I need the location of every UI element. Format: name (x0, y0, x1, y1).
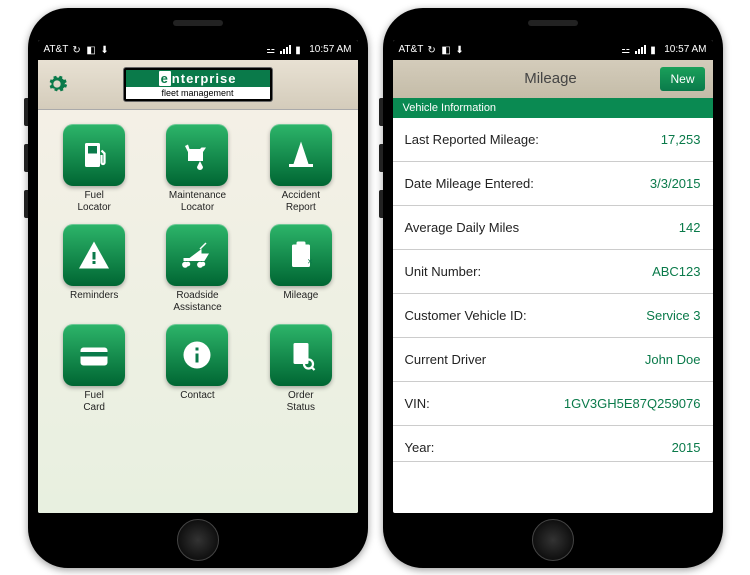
info-value: 142 (679, 220, 701, 235)
card-icon (63, 324, 125, 386)
tile-info[interactable]: Contact (151, 324, 244, 414)
phone-frame-left: AT&T ↻ ◧ ⬇ ⚍ ▮ 10:57 AM enterprise fleet… (28, 8, 368, 568)
tile-label: FuelLocator (77, 190, 110, 214)
signal-icon (635, 45, 646, 54)
tile-cone[interactable]: AccidentReport (254, 124, 347, 214)
status-bar: AT&T ↻ ◧ ⬇ ⚍ ▮ 10:57 AM (393, 40, 713, 60)
info-label: Date Mileage Entered: (405, 176, 534, 191)
tile-status[interactable]: OrderStatus (254, 324, 347, 414)
screen-home: AT&T ↻ ◧ ⬇ ⚍ ▮ 10:57 AM enterprise fleet… (38, 40, 358, 513)
info-row[interactable]: Date Mileage Entered: 3/3/2015 (393, 162, 713, 206)
tile-label: MaintenanceLocator (169, 190, 226, 214)
info-label: VIN: (405, 396, 430, 411)
tile-fuel[interactable]: FuelLocator (48, 124, 141, 214)
info-label: Current Driver (405, 352, 487, 367)
info-row[interactable]: Year: 2015 (393, 426, 713, 462)
status-icon (270, 324, 332, 386)
battery-saver-icon: ◧ (86, 45, 96, 55)
carrier-label: AT&T (44, 44, 69, 55)
tile-label: Mileage (283, 290, 318, 302)
cone-icon (270, 124, 332, 186)
screen-mileage: AT&T ↻ ◧ ⬇ ⚍ ▮ 10:57 AM Mileage New Vehi… (393, 40, 713, 513)
info-value: ABC123 (652, 264, 700, 279)
phone-frame-right: AT&T ↻ ◧ ⬇ ⚍ ▮ 10:57 AM Mileage New Vehi… (383, 8, 723, 568)
clock-label: 10:57 AM (664, 44, 706, 55)
vehicle-info-list: Last Reported Mileage: 17,253 Date Mileage… (393, 118, 713, 513)
status-bar: AT&T ↻ ◧ ⬇ ⚍ ▮ 10:57 AM (38, 40, 358, 60)
clip-icon: ✕ (270, 224, 332, 286)
oil-icon (166, 124, 228, 186)
info-row[interactable]: Customer Vehicle ID: Service 3 (393, 294, 713, 338)
new-button[interactable]: New (660, 67, 704, 91)
battery-icon: ▮ (650, 45, 660, 55)
tile-tow[interactable]: RoadsideAssistance (151, 224, 244, 314)
clock-label: 10:57 AM (309, 44, 351, 55)
info-value: John Doe (645, 352, 701, 367)
info-icon (166, 324, 228, 386)
tile-label: RoadsideAssistance (173, 290, 221, 314)
brand-logo: enterprise fleet management (123, 67, 273, 102)
svg-text:✕: ✕ (307, 257, 313, 266)
signal-icon (280, 45, 291, 54)
carrier-label: AT&T (399, 44, 424, 55)
tile-warn[interactable]: Reminders (48, 224, 141, 314)
info-label: Last Reported Mileage: (405, 132, 539, 147)
settings-gear-icon[interactable] (46, 73, 68, 95)
info-row[interactable]: Average Daily Miles 142 (393, 206, 713, 250)
wifi-icon: ⚍ (621, 45, 631, 55)
page-title: Mileage (441, 70, 661, 87)
sync-icon: ↻ (72, 45, 82, 55)
home-button[interactable] (532, 519, 574, 561)
tile-card[interactable]: FuelCard (48, 324, 141, 414)
info-label: Unit Number: (405, 264, 482, 279)
section-header: Vehicle Information (393, 98, 713, 118)
tow-icon (166, 224, 228, 286)
fuel-icon (63, 124, 125, 186)
tile-clip[interactable]: ✕ Mileage (254, 224, 347, 314)
download-icon: ⬇ (455, 45, 465, 55)
tile-label: Reminders (70, 290, 118, 302)
app-header: enterprise fleet management (38, 60, 358, 110)
battery-icon: ▮ (295, 45, 305, 55)
info-value: 1GV3GH5E87Q259076 (564, 396, 701, 411)
info-label: Average Daily Miles (405, 220, 520, 235)
info-value: 2015 (672, 440, 701, 455)
info-value: Service 3 (646, 308, 700, 323)
wifi-icon: ⚍ (266, 45, 276, 55)
battery-saver-icon: ◧ (441, 45, 451, 55)
info-row[interactable]: Unit Number: ABC123 (393, 250, 713, 294)
home-button[interactable] (177, 519, 219, 561)
info-value: 17,253 (661, 132, 701, 147)
info-value: 3/3/2015 (650, 176, 701, 191)
page-header: Mileage New (393, 60, 713, 98)
tile-label: AccidentReport (282, 190, 320, 214)
tile-label: FuelCard (83, 390, 105, 414)
tile-label: OrderStatus (287, 390, 315, 414)
info-label: Year: (405, 440, 435, 455)
sync-icon: ↻ (427, 45, 437, 55)
info-row[interactable]: Last Reported Mileage: 17,253 (393, 118, 713, 162)
info-label: Customer Vehicle ID: (405, 308, 527, 323)
info-row[interactable]: Current Driver John Doe (393, 338, 713, 382)
tile-label: Contact (180, 390, 214, 402)
tile-oil[interactable]: MaintenanceLocator (151, 124, 244, 214)
warn-icon (63, 224, 125, 286)
download-icon: ⬇ (100, 45, 110, 55)
info-row[interactable]: VIN: 1GV3GH5E87Q259076 (393, 382, 713, 426)
